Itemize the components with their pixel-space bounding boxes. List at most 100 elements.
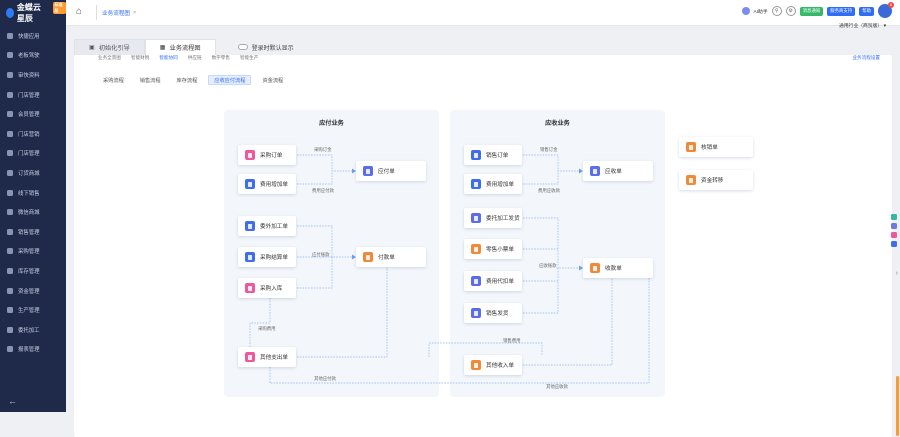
sidebar-item[interactable]: 老板驾驶 (0, 46, 66, 66)
edge-label: 采购费用 (258, 326, 276, 331)
sidebar: 金蝶云星辰 标准版 快捷应用 老板驾驶 审快资料 门店管理 会员管理 门店营销 门店管理 订货… (0, 0, 66, 412)
flow-node-retail-shipment[interactable]: 零售小票单 (464, 239, 522, 259)
tab-init-guide[interactable]: ▣ 初始化引导 (74, 39, 145, 55)
avatar[interactable]: 6 (878, 2, 894, 18)
sidebar-item[interactable]: 微信商城 (0, 202, 66, 222)
flow-node-receivable-bill[interactable]: 应收单 (583, 161, 653, 181)
collapse-sidebar-icon[interactable]: ← (8, 396, 17, 406)
chart-icon (7, 52, 13, 59)
flow-node-label: 采购入库 (260, 286, 283, 292)
ai-assistant-icon[interactable] (741, 7, 750, 15)
document-icon (363, 166, 373, 176)
flow-node-receipt-bill[interactable]: 收款单 (583, 258, 653, 278)
tab-business-flow[interactable]: ▦ 业务流程图 (144, 39, 216, 55)
document-icon (471, 213, 481, 223)
sidebar-item[interactable]: 线下销售 (0, 183, 66, 203)
settings-icon[interactable]: ⚙ (785, 6, 796, 16)
chevron-down-icon: ▾ (883, 24, 886, 29)
sidebar-item[interactable]: 销售管理 (0, 222, 66, 242)
edge-label: 费用应付款 (312, 188, 334, 193)
sidebar-item-label: 采购管理 (18, 249, 40, 256)
purchase-icon (7, 248, 13, 255)
sidebar-item[interactable]: 资金管理 (0, 281, 66, 301)
edge-inbound-payment (297, 257, 333, 289)
flow-node-label: 其他收入单 (486, 363, 514, 369)
money-icon (7, 287, 13, 294)
sidebar-item[interactable]: 采购管理 (0, 242, 66, 262)
logo-icon (6, 8, 14, 18)
message-icon[interactable] (890, 223, 897, 229)
close-tab-icon[interactable]: × (133, 10, 136, 16)
topbar: ⌂ 业务流程图 × AI助手 ⚲ ⚙ 消息通知 服务商支持 帮助 6 (66, 0, 900, 26)
document-icon (245, 283, 255, 293)
sidebar-item[interactable]: 委托加工 (0, 320, 66, 340)
flow-node-purchase-inbound[interactable]: 采购入库 (238, 278, 296, 298)
sidebar-item[interactable]: 快捷应用 (0, 26, 66, 46)
grid-icon (7, 32, 13, 39)
sidebar-item-label: 快捷应用 (18, 33, 40, 40)
document-icon (590, 166, 600, 176)
flow-node-label: 采购结算单 (260, 255, 288, 261)
flow-node-purchase-order[interactable]: 采购订单 (238, 145, 296, 165)
edge-income-receipt (523, 278, 613, 366)
flow-node-expense-proxy[interactable]: 费用代扣单 (464, 271, 522, 291)
sidebar-item[interactable]: 生产管理 (0, 300, 66, 320)
sidebar-item[interactable]: 审快资料 (0, 65, 66, 85)
flow-node-label: 资金转移 (701, 178, 724, 184)
sidebar-item[interactable]: 报表管理 (0, 340, 66, 360)
sidebar-item[interactable]: 订货商城 (0, 163, 66, 183)
search-icon[interactable]: ⚲ (771, 6, 782, 16)
flow-node-sales-settle[interactable]: 委托加工发货 (464, 208, 522, 228)
flow-node-other-expense[interactable]: 其他支出单 (238, 347, 296, 367)
sidebar-item[interactable]: 门店管理 (0, 144, 66, 164)
flow-node-label: 采购订单 (260, 153, 283, 159)
toggle-switch[interactable] (237, 44, 248, 50)
document-icon (471, 308, 481, 318)
wechat-icon (7, 209, 13, 216)
sidebar-item[interactable]: 门店管理 (0, 85, 66, 105)
flow-node-verification[interactable]: 核销单 (679, 137, 753, 157)
flow-node-purchase-invoice[interactable]: 采购结算单 (238, 247, 296, 267)
edge-expense-payable (297, 171, 333, 185)
home-icon[interactable]: ⌂ (76, 6, 88, 18)
gift-icon[interactable] (890, 232, 897, 238)
edge-label: 费用应收款 (538, 188, 560, 193)
scrollbar[interactable] (896, 376, 899, 436)
flow-node-expense-add[interactable]: 费用增加单 (238, 174, 296, 194)
flow-node-label: 收款单 (605, 266, 622, 272)
notification-button[interactable]: 消息通知 (799, 6, 824, 16)
sidebar-item-label: 老板驾驶 (18, 53, 40, 60)
flow-node-label: 委外加工单 (260, 224, 288, 230)
flow-node-subcontract[interactable]: 委外加工单 (238, 216, 296, 236)
flow-node-sales-order[interactable]: 销售订单 (464, 145, 522, 165)
flow-node-payment-bill[interactable]: 付款单 (356, 247, 426, 267)
phone-icon[interactable] (890, 241, 897, 247)
flow-node-fund-transfer[interactable]: 资金转移 (679, 170, 753, 190)
document-icon (245, 179, 255, 189)
flow-node-payable-bill[interactable]: 应付单 (356, 161, 426, 181)
open-tab-business-flow[interactable]: 业务流程图 × (96, 5, 141, 20)
default-display-toggle[interactable]: 登录时默认显示 (237, 39, 294, 55)
edge-purchase-payable (297, 154, 352, 172)
industry-selector[interactable]: 通用行业（商贸版） ▾ (839, 22, 886, 29)
sidebar-item-label: 审快资料 (18, 72, 40, 79)
ai-assistant-label[interactable]: AI助手 (754, 8, 768, 15)
sidebar-item[interactable]: 会员管理 (0, 104, 66, 124)
edge-label: 应收账款 (539, 263, 557, 268)
tab-label: 业务流程图 (169, 45, 201, 52)
flow-node-other-income[interactable]: 其他收入单 (464, 355, 522, 375)
flow-node-label: 费用增加单 (260, 182, 288, 188)
app-logo[interactable]: 金蝶云星辰 标准版 (0, 0, 66, 26)
sidebar-nav: 快捷应用 老板驾驶 审快资料 门店管理 会员管理 门店营销 门店管理 订货商城 线下销售 微信商城… (0, 26, 66, 359)
sidebar-item[interactable]: 门店营销 (0, 124, 66, 144)
service-icon[interactable] (890, 214, 897, 220)
help-button[interactable]: 帮助 (859, 6, 874, 16)
chevron-right-icon[interactable]: › (896, 270, 898, 277)
sidebar-item[interactable]: 库存管理 (0, 261, 66, 281)
flow-node-label: 付款单 (378, 255, 395, 261)
open-tab-label: 业务流程图 (102, 10, 130, 17)
flow-node-expense-sale[interactable]: 费用增加单 (464, 174, 522, 194)
flow-node-sales-outbound[interactable]: 销售发货 (464, 303, 522, 323)
service-button[interactable]: 服务商支持 (827, 6, 856, 16)
sidebar-item-label: 委托加工 (18, 327, 40, 334)
